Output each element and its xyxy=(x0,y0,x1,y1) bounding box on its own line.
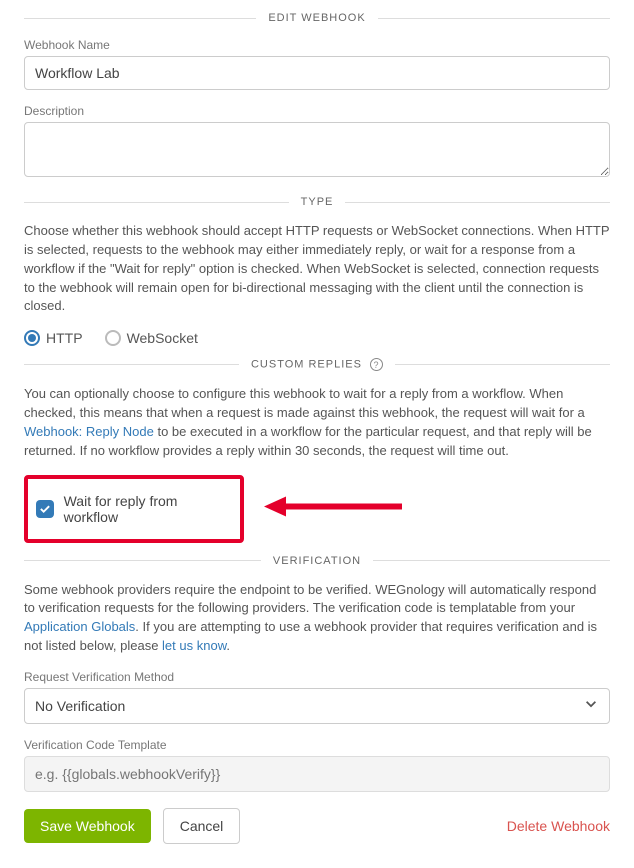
section-title-type: TYPE xyxy=(289,196,346,208)
verification-method-select[interactable]: No Verification xyxy=(24,688,610,724)
verification-template-input xyxy=(24,756,610,792)
annotation-arrow xyxy=(264,494,404,523)
section-divider-verification: VERIFICATION xyxy=(24,555,610,567)
radio-websocket-label: WebSocket xyxy=(127,330,198,346)
cancel-button[interactable]: Cancel xyxy=(163,808,241,844)
verification-description: Some webhook providers require the endpo… xyxy=(24,581,610,656)
type-description: Choose whether this webhook should accep… xyxy=(24,222,610,316)
radio-websocket[interactable]: WebSocket xyxy=(105,330,198,346)
section-title-verification: VERIFICATION xyxy=(261,555,373,567)
webhook-name-input[interactable] xyxy=(24,56,610,90)
delete-webhook-link[interactable]: Delete Webhook xyxy=(507,818,610,834)
application-globals-link[interactable]: Application Globals xyxy=(24,619,135,634)
description-textarea[interactable] xyxy=(24,122,610,177)
wait-for-reply-label: Wait for reply from workflow xyxy=(64,493,232,525)
custom-replies-description: You can optionally choose to configure t… xyxy=(24,385,610,460)
section-divider-type: TYPE xyxy=(24,196,610,208)
annotation-highlight: Wait for reply from workflow xyxy=(24,475,244,543)
help-icon[interactable]: ? xyxy=(370,358,383,371)
section-title-edit: EDIT WEBHOOK xyxy=(256,12,377,24)
wait-for-reply-checkbox[interactable] xyxy=(36,500,54,518)
save-webhook-button[interactable]: Save Webhook xyxy=(24,809,151,843)
section-divider-custom-replies: CUSTOM REPLIES ? xyxy=(24,358,610,371)
webhook-name-label: Webhook Name xyxy=(24,38,610,52)
radio-http-label: HTTP xyxy=(46,330,83,346)
let-us-know-link[interactable]: let us know xyxy=(162,638,226,653)
webhook-reply-node-link[interactable]: Webhook: Reply Node xyxy=(24,424,154,439)
radio-icon xyxy=(24,330,40,346)
verification-template-label: Verification Code Template xyxy=(24,738,610,752)
section-title-custom-replies: CUSTOM REPLIES ? xyxy=(239,358,395,371)
radio-http[interactable]: HTTP xyxy=(24,330,83,346)
description-label: Description xyxy=(24,104,610,118)
verification-method-label: Request Verification Method xyxy=(24,670,610,684)
check-icon xyxy=(39,503,51,515)
radio-icon xyxy=(105,330,121,346)
section-divider-edit: EDIT WEBHOOK xyxy=(24,12,610,24)
